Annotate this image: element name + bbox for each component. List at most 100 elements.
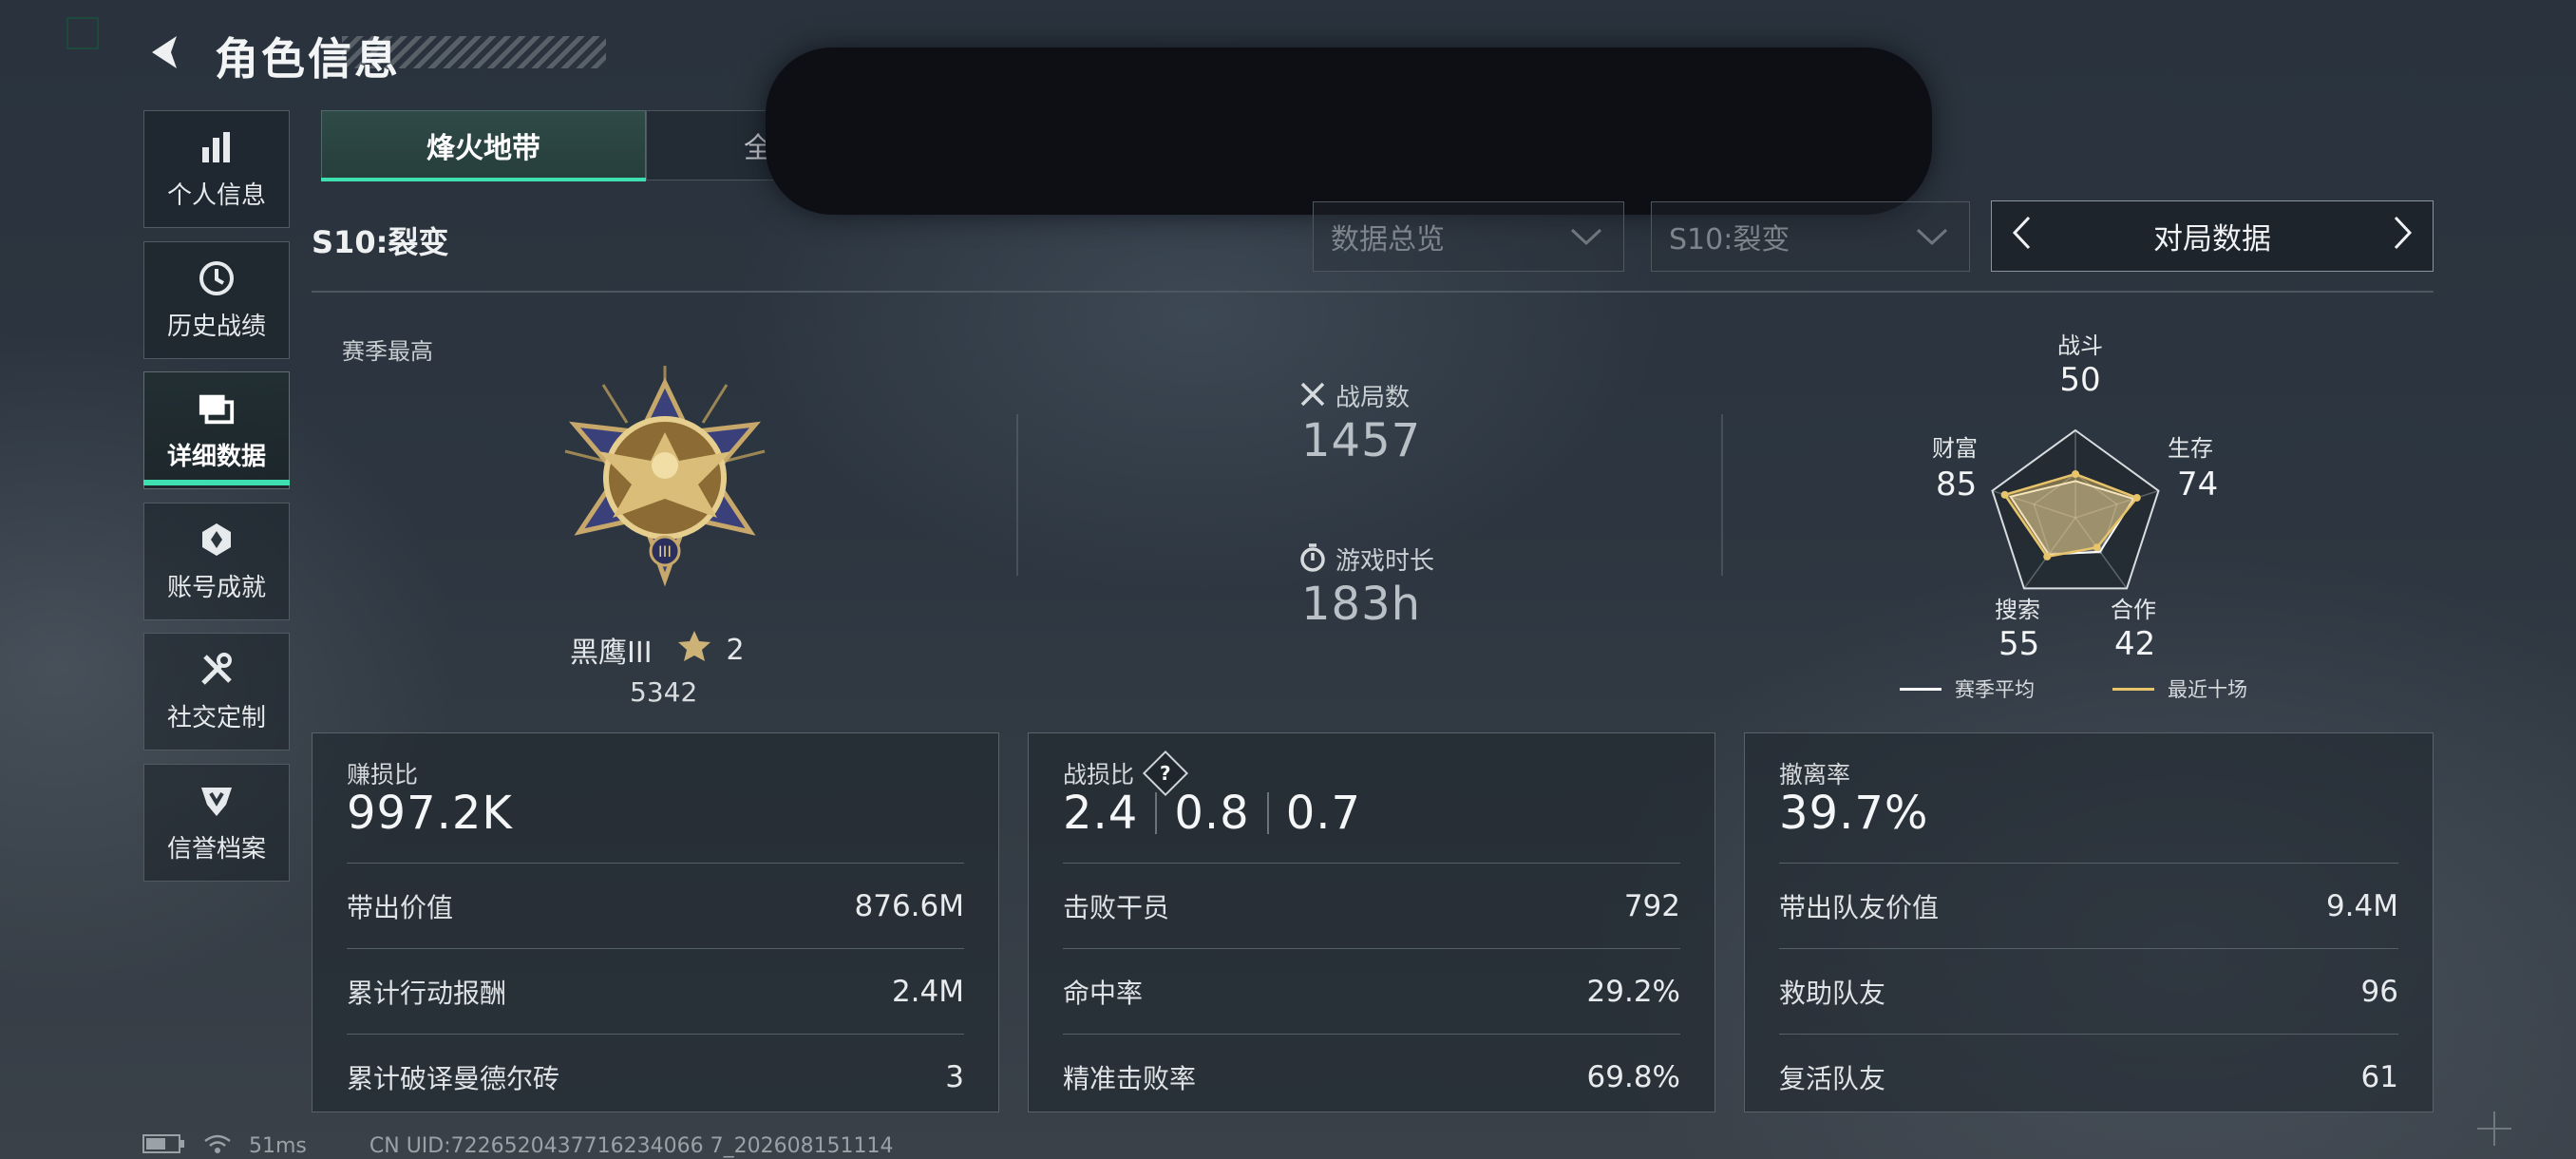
stat-key: 命中率 — [1063, 977, 1144, 1009]
stat-value: 96 — [2360, 974, 2398, 1009]
rank-emblem: III — [546, 366, 784, 594]
overview-dropdown[interactable]: 数据总览 — [1313, 201, 1624, 272]
back-arrow-icon[interactable] — [141, 28, 188, 76]
chevron-right-icon[interactable] — [2393, 215, 2414, 258]
cycler-label: 对局数据 — [2153, 222, 2271, 256]
radar-recent-point — [2072, 470, 2079, 478]
wifi-icon — [203, 1133, 232, 1158]
sidebar-item-history[interactable]: 历史战绩 — [143, 241, 290, 359]
tab-active-underline — [321, 178, 646, 181]
crossed-swords-icon — [1299, 381, 1326, 411]
radar-label-teamwork: 合作 — [2111, 597, 2156, 623]
legend-swatch-recent — [2112, 687, 2154, 691]
stat-row: 击败干员 792 — [1063, 863, 1680, 948]
sidebar-item-label: 社交定制 — [166, 703, 266, 732]
playtime-value: 183h — [1301, 578, 1422, 631]
stat-key: 复活队友 — [1779, 1062, 1886, 1094]
radar-legend: 赛季平均 最近十场 — [1900, 674, 2247, 703]
season-dropdown-value: S10:裂变 — [1669, 223, 1790, 256]
stopwatch-icon — [1299, 542, 1326, 576]
radar-recent-point — [2132, 493, 2141, 502]
stat-row: 累计破译曼德尔砖 3 — [347, 1034, 964, 1119]
kd-divider — [1155, 792, 1158, 834]
rank-stars: 2 — [726, 633, 745, 667]
sidebar-item-label: 个人信息 — [166, 180, 266, 210]
playtime-header: 游戏时长 — [1299, 542, 1434, 577]
kd-divider — [1266, 792, 1269, 834]
sidebar-item-achievements[interactable]: 账号成就 — [143, 503, 290, 620]
battery-icon — [142, 1133, 186, 1158]
kd-header: 战损比 — [1063, 761, 1135, 788]
stat-key: 累计破译曼德尔砖 — [347, 1062, 560, 1094]
radar-recent-point — [2093, 543, 2101, 552]
reputation-icon — [198, 782, 236, 820]
wrench-icon — [198, 651, 236, 689]
sidebar-item-personal-info[interactable]: 个人信息 — [143, 110, 290, 228]
season-best-label: 赛季最高 — [342, 338, 433, 365]
stat-row: 带出队友价值 9.4M — [1779, 863, 2398, 948]
extract-card: 撤离率 39.7% 带出队友价值 9.4M 救助队友 96 复活队友 61 — [1744, 732, 2434, 1112]
stat-row: 命中率 29.2% — [1063, 948, 1680, 1034]
achievement-icon — [198, 521, 236, 559]
kd-card: 战损比 ? 2.4 0.8 0.7 击败干员 792 命中率 29.2% 精准击败率… — [1028, 732, 1715, 1112]
radar-recent-point — [2000, 490, 2009, 499]
chevron-down-icon — [1916, 220, 1948, 254]
kd-values: 2.4 0.8 0.7 — [1063, 787, 1361, 840]
profit-value: 997.2K — [347, 787, 513, 840]
sidebar-active-indicator — [143, 480, 290, 485]
radar-value-combat: 50 — [2059, 361, 2101, 399]
status-bar: 51ms CN UID:7226520437716234066 7_202608… — [142, 1133, 894, 1158]
divider — [1721, 414, 1723, 576]
data-type-cycler[interactable]: 对局数据 — [1991, 200, 2434, 272]
title-hatch-decoration — [342, 36, 606, 68]
emblem-tier-numeral: III — [658, 542, 672, 560]
radar-label-wealth: 财富 — [1932, 435, 1978, 462]
stat-value: 9.4M — [2325, 888, 2398, 923]
stat-row: 精准击败率 69.8% — [1063, 1034, 1680, 1119]
divider — [1016, 414, 1018, 576]
kd-value-1: 2.4 — [1063, 787, 1139, 840]
redacted-area — [766, 48, 1932, 215]
rank-name: 黑鹰III — [570, 636, 653, 670]
playtime-label: 游戏时长 — [1335, 547, 1435, 576]
star-icon — [677, 630, 711, 670]
radar-label-survival: 生存 — [2168, 435, 2213, 462]
stat-value: 3 — [945, 1059, 964, 1094]
stat-key: 带出队友价值 — [1779, 891, 1940, 923]
radar-value-search: 55 — [1998, 625, 2040, 663]
overview-dropdown-value: 数据总览 — [1331, 223, 1445, 256]
legend-avg-label: 赛季平均 — [1955, 678, 2035, 701]
radar-value-teamwork: 42 — [2114, 625, 2156, 663]
chevron-left-icon[interactable] — [2011, 215, 2032, 258]
crosshair-decoration — [2475, 1110, 2513, 1148]
sidebar-item-label: 历史战绩 — [166, 312, 266, 341]
kd-header-wrap: 战损比 ? — [1063, 750, 1189, 797]
radar-label-combat: 战斗 — [2057, 332, 2103, 359]
season-label: S10:裂变 — [312, 224, 449, 260]
kd-value-2: 0.8 — [1174, 787, 1250, 840]
sidebar-item-detailed-data[interactable]: 详细数据 — [143, 371, 290, 489]
stat-row: 带出价值 876.6M — [347, 863, 964, 948]
kd-value-3: 0.7 — [1285, 787, 1362, 840]
rank-line: 黑鹰III 2 — [570, 629, 745, 671]
stat-value: 2.4M — [891, 974, 964, 1009]
extract-header: 撤离率 — [1779, 761, 1851, 788]
history-clock-icon — [198, 259, 236, 297]
stat-value: 61 — [2360, 1059, 2398, 1094]
sidebar-item-social[interactable]: 社交定制 — [143, 633, 290, 750]
season-dropdown[interactable]: S10:裂变 — [1651, 201, 1970, 272]
sidebar-item-label: 信誉档案 — [166, 834, 266, 864]
stat-key: 击败干员 — [1063, 891, 1170, 923]
sidebar-item-reputation[interactable]: 信誉档案 — [143, 764, 290, 882]
sidebar-item-label: 详细数据 — [166, 442, 266, 471]
stat-row: 累计行动报酬 2.4M — [347, 948, 964, 1034]
matches-label: 战局数 — [1335, 384, 1411, 412]
profit-header: 赚损比 — [347, 761, 419, 788]
tab-warzone[interactable]: 烽火地带 — [321, 110, 646, 180]
stat-key: 救助队友 — [1779, 977, 1886, 1009]
section-divider — [312, 291, 2434, 293]
uid-text: CN UID:7226520437716234066 7_20260815111… — [369, 1133, 894, 1158]
stat-value: 29.2% — [1586, 974, 1680, 1009]
stat-row: 复活队友 61 — [1779, 1034, 2398, 1119]
bar-chart-icon — [198, 128, 236, 166]
